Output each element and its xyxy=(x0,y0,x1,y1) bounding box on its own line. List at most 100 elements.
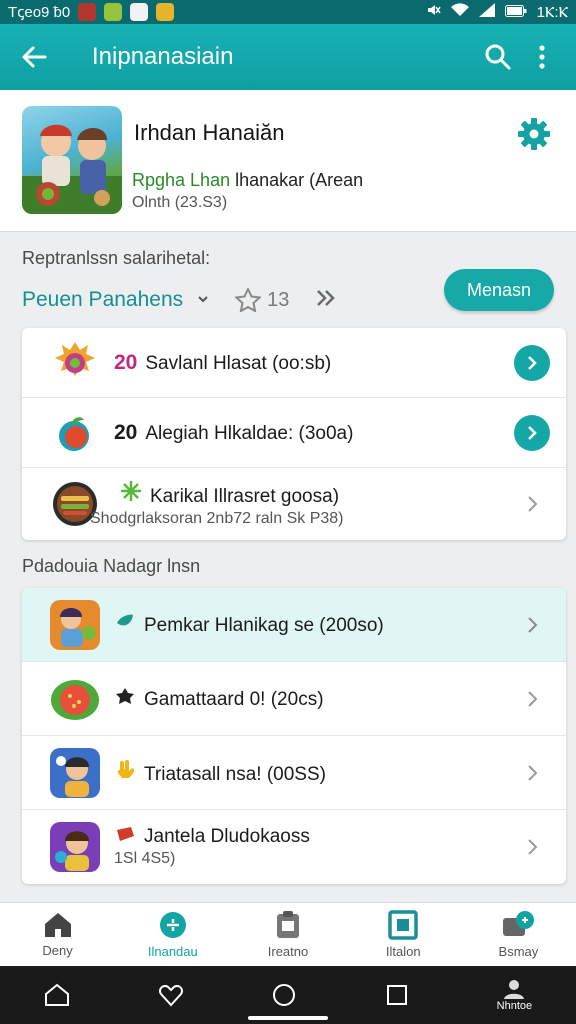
ticket-icon xyxy=(114,826,136,842)
item-label: Jantela Dludokaoss xyxy=(144,826,310,847)
person-icon xyxy=(504,980,525,999)
item-subtext: Shodgrlaksoran 2nb72 raln Sk P38) xyxy=(90,510,344,527)
list-item[interactable]: Gamattaard 0! (20cs) xyxy=(22,662,566,736)
leaf-icon xyxy=(114,613,136,631)
list-item[interactable]: Triatasall nsa! (00SS) xyxy=(22,736,566,810)
item-label: Alegiah Hlkaldae: (3o0a) xyxy=(145,422,354,444)
list-item[interactable]: Jantela Dludokaoss 1Sl 4S5) xyxy=(22,810,566,884)
mute-icon xyxy=(425,2,441,22)
nav-item-explore[interactable]: Ilnandau xyxy=(115,903,230,966)
system-recents-button[interactable] xyxy=(385,983,409,1007)
compass-icon xyxy=(159,912,186,938)
nav-label: Iltalon xyxy=(385,944,421,959)
item-label: Triatasall nsa! (00SS) xyxy=(144,763,326,785)
list-item[interactable]: 20 Savlanl Hlasat (oo:sb) xyxy=(22,328,566,398)
notification-app-icon xyxy=(78,3,97,21)
search-button[interactable] xyxy=(478,37,518,77)
item-count: 20 xyxy=(114,350,138,374)
square-icon xyxy=(386,985,407,1005)
profile-subtitle: Olnth (23.S3) xyxy=(132,194,228,211)
nav-label: Ireatno xyxy=(267,944,309,959)
sparkle-icon xyxy=(120,480,142,502)
double-chevron-icon[interactable] xyxy=(315,286,337,314)
signal-icon xyxy=(478,3,495,21)
search-icon xyxy=(485,44,511,70)
open-button[interactable] xyxy=(514,344,550,381)
status-bar: Tꞔeo9 ƀ0 1Ⲕ:Ⲕ xyxy=(0,0,576,24)
open-button[interactable] xyxy=(514,414,550,451)
home-icon xyxy=(44,913,71,937)
back-arrow-icon xyxy=(22,46,47,68)
primary-list: 20 Savlanl Hlasat (oo:sb) 20 Alegiah Hlkal… xyxy=(22,328,566,540)
item-label: Karikal Illrasret goosa) xyxy=(150,486,340,507)
section-heading: Reptranlssn salarihetal: xyxy=(22,248,211,268)
back-button[interactable] xyxy=(14,37,54,77)
item-label: Pemkar Hlanikag se (200so) xyxy=(144,614,384,636)
manage-button[interactable]: Menasn xyxy=(444,269,554,311)
chevron-right-icon[interactable] xyxy=(514,616,550,634)
gear-icon xyxy=(518,118,550,150)
fruit-icon xyxy=(46,670,104,728)
nav-item-messages[interactable]: Bsmay xyxy=(461,903,576,966)
item-subtext: 1Sl 4S5) xyxy=(114,850,176,867)
profile-detail-highlight: Rpgha Lhan xyxy=(132,170,231,190)
chevron-right-icon xyxy=(528,355,537,370)
puzzle-icon xyxy=(114,687,136,705)
gesture-indicator xyxy=(248,1016,328,1020)
circle-icon xyxy=(273,984,296,1006)
more-vert-icon xyxy=(539,45,545,69)
item-label: Gamattaard 0! (20cs) xyxy=(144,688,324,710)
app-bar: Inipnanasiain xyxy=(0,24,576,90)
status-text: Tꞔeo9 ƀ0 xyxy=(8,4,71,21)
badge-icon xyxy=(46,334,104,392)
list-item[interactable]: Karikal Illrasret goosa) Shodgrlaksoran … xyxy=(22,468,566,540)
battery-icon xyxy=(504,4,527,21)
home-outline-icon xyxy=(44,983,69,1006)
system-home-button[interactable] xyxy=(44,983,70,1007)
system-profile-label: Nhntoe xyxy=(496,1000,533,1012)
wifi-icon xyxy=(450,3,469,21)
secondary-list: Pemkar Hlanikag se (200so) Gamattaard 0!… xyxy=(22,588,566,884)
section-heading: Pdadouia Nadagr lnsn xyxy=(22,556,201,576)
profile-detail: Rpgha Lhan lhanakar (Arean xyxy=(132,170,363,191)
nav-label: Ilnandau xyxy=(147,944,198,959)
notification-app-icon xyxy=(104,3,123,21)
list-item[interactable]: Pemkar Hlanikag se (200so) xyxy=(22,588,566,662)
filter-dropdown[interactable]: Peuen Panahens xyxy=(22,288,183,312)
character-avatar-icon xyxy=(46,818,104,876)
chevron-right-icon[interactable] xyxy=(514,838,550,856)
notification-app-icon xyxy=(156,3,175,21)
nav-item-home[interactable]: Deny xyxy=(0,903,115,966)
page-title: Inipnanasiain xyxy=(92,43,234,70)
settings-button[interactable] xyxy=(514,114,554,154)
clipboard-icon xyxy=(277,911,299,938)
overflow-menu-button[interactable] xyxy=(522,37,562,77)
item-label: Savlanl Hlasat (oo:sb) xyxy=(145,352,332,374)
hand-icon xyxy=(114,759,136,780)
system-favorite-button[interactable] xyxy=(158,983,184,1007)
character-avatar-icon xyxy=(46,744,104,802)
profile-card[interactable]: Irhdan Hanaiăn Rpgha Lhan lhanakar (Area… xyxy=(0,90,576,232)
rating-value: 13 xyxy=(267,288,290,311)
item-count: 20 xyxy=(114,420,138,444)
star-icon xyxy=(235,288,262,312)
system-home-circle-button[interactable] xyxy=(271,982,297,1008)
chevron-down-icon[interactable] xyxy=(197,291,209,309)
chevron-right-icon[interactable] xyxy=(514,690,550,708)
notification-app-icon xyxy=(130,3,149,21)
chevron-right-icon[interactable] xyxy=(514,764,550,782)
chevron-right-icon[interactable] xyxy=(514,495,550,513)
nav-item-create[interactable]: Ireatno xyxy=(230,903,345,966)
nav-label: Bsmay xyxy=(498,944,539,959)
profile-thumbnail xyxy=(22,106,122,214)
nav-item-library[interactable]: Iltalon xyxy=(346,903,461,966)
chat-badge-icon xyxy=(503,911,535,936)
bottom-navigation: Deny Ilnandau Ireatno Iltalon Bsmay xyxy=(0,902,576,966)
profile-title: Irhdan Hanaiăn xyxy=(134,120,285,145)
character-avatar-icon xyxy=(46,596,104,654)
rating[interactable]: 13 xyxy=(235,288,289,312)
list-item[interactable]: 20 Alegiah Hlkaldae: (3o0a) xyxy=(22,398,566,468)
nav-label: Deny xyxy=(42,943,73,958)
system-profile-button[interactable]: Nhntoe xyxy=(497,978,532,1012)
frame-icon xyxy=(388,910,418,940)
